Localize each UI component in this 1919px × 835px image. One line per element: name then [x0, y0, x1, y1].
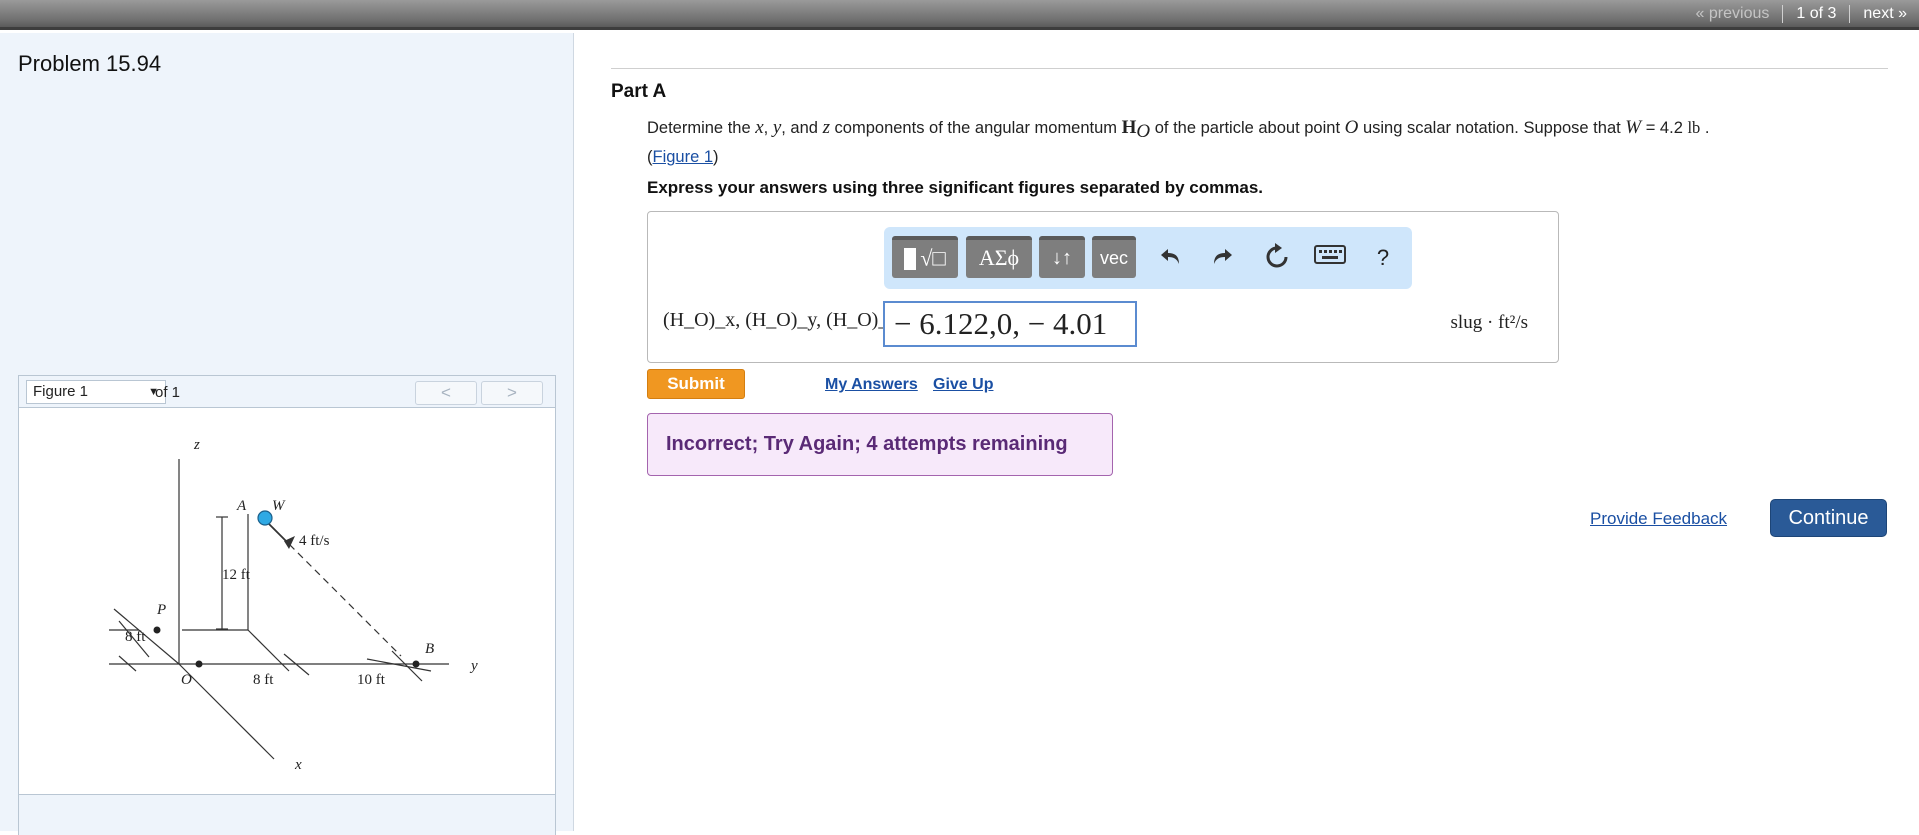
var-o: O [1344, 117, 1359, 138]
answer-box: √□ ΑΣϕ ↓↑ vec ? (H_O)_x, (H_O)_y, (H_O)_… [647, 211, 1559, 363]
label-w: W [272, 498, 286, 514]
figure-prev-button[interactable]: < [415, 381, 477, 405]
figure-panel: Figure 1 ▼ of 1 < > z A W 4 ft/s 12 ft P… [18, 375, 556, 835]
instructions: Express your answers using three signifi… [647, 178, 1263, 197]
point-b [412, 660, 420, 668]
var-z: z [822, 117, 830, 138]
figure-count: of 1 [155, 384, 181, 401]
vector-button[interactable]: vec [1092, 236, 1136, 278]
undo-icon[interactable] [1156, 243, 1186, 273]
point-p [153, 626, 161, 634]
provide-feedback-link[interactable]: Provide Feedback [1590, 509, 1727, 529]
arrows-button[interactable]: ↓↑ [1039, 236, 1085, 278]
problem-title: Problem 15.94 [18, 51, 162, 76]
my-answers-link[interactable]: My Answers [825, 376, 918, 394]
label-y: y [469, 658, 478, 674]
math-toolbar: √□ ΑΣϕ ↓↑ vec ? [884, 227, 1412, 289]
continue-button[interactable]: Continue [1770, 499, 1887, 537]
greek-symbols-button[interactable]: ΑΣϕ [966, 236, 1032, 278]
point-o [195, 660, 203, 668]
dim-line [366, 658, 432, 672]
problem-sidebar: Problem 15.94 Figure 1 ▼ of 1 < > z A W … [0, 33, 574, 835]
top-bar: « previous 1 of 3 next » [0, 0, 1919, 30]
var-y: y [772, 117, 782, 138]
templates-button[interactable]: √□ [892, 236, 958, 278]
label-b: B [425, 641, 434, 657]
redo-icon[interactable] [1207, 243, 1237, 273]
label-mid-dim: 8 ft [253, 672, 274, 688]
label-a: A [236, 498, 247, 514]
answer-input[interactable]: − 6.122,0, − 4.01 [883, 301, 1137, 347]
problem-main: Part A Determine the x, y, and z compone… [575, 33, 1919, 831]
reset-icon[interactable] [1262, 243, 1292, 273]
var-x: x [755, 117, 764, 138]
figure-next-button[interactable]: > [481, 381, 543, 405]
label-right-dim: 10 ft [357, 672, 386, 688]
part-title: Part A [611, 81, 667, 102]
problem-count: 1 of 3 [1796, 5, 1837, 22]
label-o: O [181, 672, 192, 688]
divider [1849, 5, 1851, 23]
particle-w [257, 510, 273, 526]
help-button[interactable]: ? [1368, 243, 1398, 273]
label-speed: 4 ft/s [299, 533, 330, 549]
label-height: 12 ft [222, 567, 251, 583]
label-x: x [294, 757, 302, 773]
feedback-message: Incorrect; Try Again; 4 attempts remaini… [647, 413, 1113, 476]
var-h-sub: O [1136, 121, 1151, 143]
divider [1782, 5, 1784, 23]
answer-label: (H_O)_x, (H_O)_y, (H_O)_z = [663, 309, 914, 331]
unit-lb: lb [1687, 118, 1701, 137]
figure-footer [19, 794, 555, 835]
give-up-link[interactable]: Give Up [933, 376, 993, 394]
base-diagonal [247, 629, 290, 672]
divider [611, 68, 1888, 69]
keyboard-icon[interactable] [1312, 243, 1348, 273]
label-p: P [156, 602, 166, 618]
problem-navigation: « previous 1 of 3 next » [1696, 5, 1907, 23]
question-text: Determine the x, y, and z components of … [647, 117, 1710, 167]
next-link[interactable]: next » [1863, 5, 1907, 23]
velocity-arrowhead [284, 536, 295, 549]
figure-header: Figure 1 ▼ of 1 < > [19, 376, 555, 408]
p-axis-line [113, 608, 180, 665]
figure-link[interactable]: Figure 1 [653, 148, 714, 166]
radical-icon: √□ [920, 245, 946, 271]
var-h: H [1121, 117, 1137, 138]
template-block-icon [904, 247, 917, 270]
figure-select[interactable]: Figure 1 ▼ [26, 380, 166, 404]
answer-units: slug · ft²/s [1450, 312, 1528, 333]
figure-diagram: z A W 4 ft/s 12 ft P 8 ft O 8 ft 10 ft B… [109, 437, 478, 773]
label-left-dim: 8 ft [125, 629, 146, 645]
previous-link[interactable]: « previous [1696, 5, 1770, 23]
label-z: z [193, 437, 200, 453]
submit-button[interactable]: Submit [647, 369, 745, 399]
var-w: W [1625, 117, 1642, 138]
figure-select-value: Figure 1 [33, 383, 89, 400]
